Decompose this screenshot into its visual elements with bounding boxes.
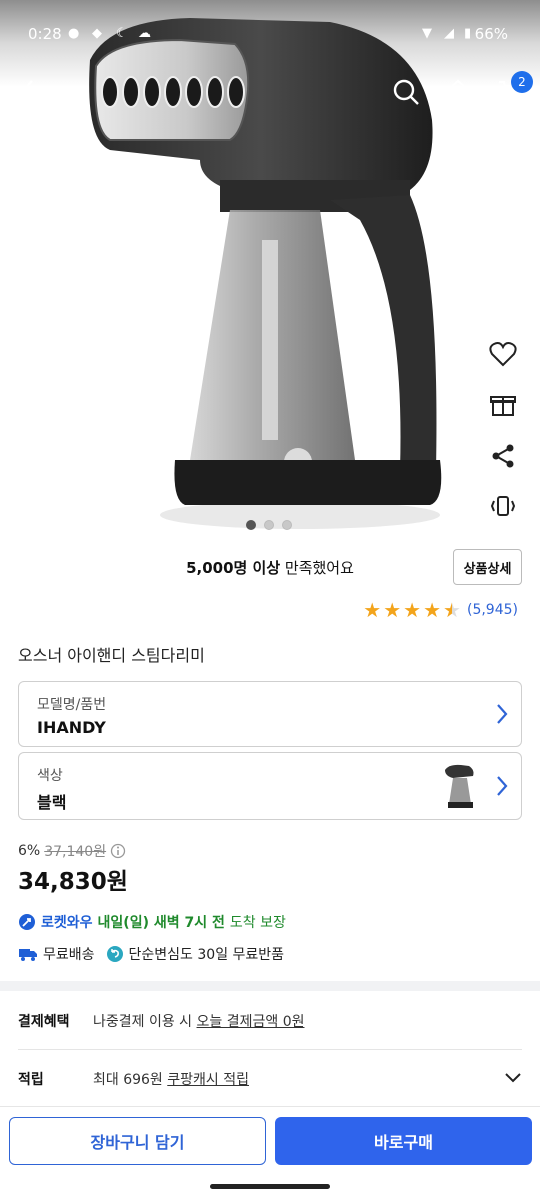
rocket-brand: 로켓와우 — [41, 915, 93, 931]
sold-text: 만족했어요 — [280, 559, 354, 577]
shield-icon: ◆ — [92, 26, 102, 41]
status-time: 0:28 — [28, 25, 62, 43]
delivery-guarantee: 도착 보장 — [229, 915, 286, 931]
chevron-right-icon — [497, 776, 508, 796]
cart-count-badge: 2 — [511, 71, 533, 93]
product-detail-button[interactable]: 상품상세 — [453, 549, 522, 585]
wishlist-button[interactable] — [486, 337, 520, 371]
message-icon: ● — [68, 26, 80, 41]
heart-icon — [489, 342, 517, 367]
share-icon — [492, 444, 514, 468]
gallery-dot[interactable] — [264, 520, 274, 530]
return-icon — [106, 946, 123, 962]
vibrate-icon — [490, 496, 516, 516]
option-color[interactable]: 색상 블랙 — [18, 752, 522, 820]
bottom-action-bar: 장바구니 담기 바로구매 — [0, 1106, 540, 1178]
sale-price: 34,830원 — [18, 869, 128, 895]
star-icon: ★ — [423, 598, 442, 622]
rating[interactable]: ★ ★ ★ ★ ★ (5,945) — [363, 600, 518, 620]
option-model-label: 모델명/품번 — [37, 697, 107, 713]
shipping-returns: 무료배송 단순변심도 30일 무료반품 — [18, 944, 284, 964]
divider — [18, 1049, 522, 1050]
free-returns: 단순변심도 30일 무료반품 — [128, 947, 285, 963]
search-button[interactable] — [392, 78, 420, 110]
rocket-delivery: 로켓와우 내일(일) 새벽 7시 전 도착 보장 — [18, 912, 286, 932]
option-color-value: 블랙 — [37, 793, 67, 812]
share-button[interactable] — [486, 439, 520, 473]
signal-icon: ◢ — [444, 26, 454, 41]
star-icon: ★ — [363, 598, 382, 622]
free-shipping: 무료배송 — [43, 947, 95, 963]
gallery-dot[interactable] — [282, 520, 292, 530]
option-color-label: 색상 — [37, 768, 63, 784]
points-row[interactable]: 적립 최대 696원 쿠팡캐시 적립 — [18, 1069, 522, 1089]
gallery-dot[interactable] — [246, 520, 256, 530]
discount-info: 6% 37,140원 — [18, 841, 126, 861]
back-button[interactable] — [16, 78, 38, 110]
review-count[interactable]: (5,945) — [467, 602, 518, 618]
sold-count: 5,000명 이상 — [186, 559, 281, 577]
section-divider — [0, 981, 540, 991]
rocket-icon — [19, 914, 35, 930]
payment-benefit-row[interactable]: 결제혜택 나중결제 이용 시 오늘 결제금액 0원 — [18, 1011, 522, 1031]
vibrate-button[interactable] — [486, 489, 520, 523]
cloud-icon: ☁ — [138, 26, 151, 41]
delivery-eta: 내일(일) 새벽 7시 전 — [97, 915, 225, 931]
option-model-value: IHANDY — [37, 718, 106, 737]
chevron-right-icon — [497, 704, 508, 724]
buy-now-button[interactable]: 바로구매 — [275, 1117, 532, 1165]
star-icon: ★ — [403, 598, 422, 622]
info-icon[interactable] — [110, 843, 126, 859]
status-bar: 0:28 ● ◆ ☾ ☁ ▼ ◢ ▮ 66% — [0, 0, 540, 68]
points-value: 최대 696원 쿠팡캐시 적립 — [93, 1072, 249, 1088]
system-nav-bar — [0, 1178, 540, 1200]
points-key: 적립 — [18, 1072, 44, 1088]
benefit-value: 나중결제 이용 시 오늘 결제금액 0원 — [93, 1014, 305, 1030]
chevron-left-icon — [20, 80, 33, 104]
star-icon: ★ — [383, 598, 402, 622]
product-image-gallery[interactable]: 0:28 ● ◆ ☾ ☁ ▼ ◢ ▮ 66% 2 — [0, 0, 540, 542]
half-star-icon: ★ — [443, 598, 461, 622]
gallery-pagination — [246, 520, 292, 530]
product-title: 오스너 아이핸디 스팀다리미 — [18, 646, 205, 665]
gift-icon — [490, 396, 516, 416]
benefit-key: 결제혜택 — [18, 1014, 70, 1030]
original-price: 37,140원 — [44, 844, 107, 860]
battery-percent: 66% — [474, 25, 508, 43]
moon-icon: ☾ — [116, 26, 128, 41]
chevron-down-icon[interactable] — [504, 1072, 522, 1084]
home-indicator[interactable] — [210, 1184, 330, 1189]
home-icon — [445, 79, 471, 105]
search-icon — [393, 79, 419, 105]
add-to-cart-button[interactable]: 장바구니 담기 — [9, 1117, 266, 1165]
gift-button[interactable] — [486, 387, 520, 421]
color-thumbnail — [445, 764, 474, 808]
home-button[interactable] — [444, 78, 472, 110]
truck-icon — [19, 949, 37, 961]
option-model[interactable]: 모델명/품번 IHANDY — [18, 681, 522, 747]
battery-icon: ▮ — [464, 26, 472, 41]
wifi-icon: ▼ — [422, 26, 432, 41]
discount-rate: 6% — [18, 843, 41, 859]
